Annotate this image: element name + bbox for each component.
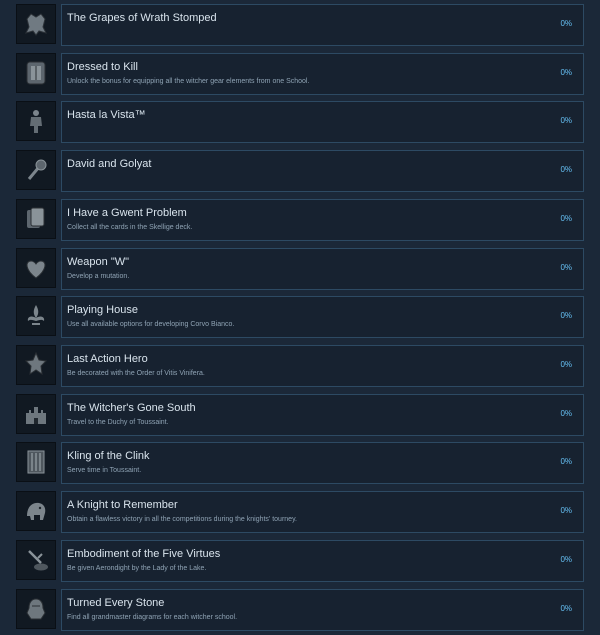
achievement-card: Weapon "W" Develop a mutation. 0%: [61, 248, 584, 290]
achievement-description: Unlock the bonus for equipping all the w…: [67, 78, 310, 85]
achievement-row[interactable]: Turned Every Stone Find all grandmaster …: [0, 589, 600, 635]
achievement-card: I Have a Gwent Problem Collect all the c…: [61, 199, 584, 241]
achievement-description: Be given Aerondight by the Lady of the L…: [67, 565, 207, 572]
achievement-percent: 0%: [560, 604, 572, 613]
heart-icon: [16, 248, 56, 288]
achievement-title: Weapon "W": [67, 256, 130, 268]
achievement-description: Develop a mutation.: [67, 273, 130, 280]
achievement-title: A Knight to Remember: [67, 499, 178, 511]
armor-rack-icon: [16, 53, 56, 93]
achievement-percent: 0%: [560, 311, 572, 320]
mace-icon: [16, 150, 56, 190]
achievement-row[interactable]: I Have a Gwent Problem Collect all the c…: [0, 199, 600, 245]
achievement-percent: 0%: [560, 360, 572, 369]
medal-icon: [16, 345, 56, 385]
achievement-title: The Witcher's Gone South: [67, 402, 196, 414]
achievement-description: Be decorated with the Order of Vitis Vin…: [67, 370, 205, 377]
achievement-row[interactable]: Kling of the Clink Serve time in Toussai…: [0, 442, 600, 488]
achievement-row[interactable]: Playing House Use all available options …: [0, 296, 600, 342]
achievement-row[interactable]: David and Golyat 0%: [0, 150, 600, 196]
achievement-description: Collect all the cards in the Skellige de…: [67, 224, 193, 231]
achievement-title: Last Action Hero: [67, 353, 148, 365]
armored-fist-icon: [16, 4, 56, 44]
achievement-card: The Grapes of Wrath Stomped 0%: [61, 4, 584, 46]
achievement-title: Dressed to Kill: [67, 61, 138, 73]
achievement-row[interactable]: Hasta la Vista™ 0%: [0, 101, 600, 147]
achievement-card: Dressed to Kill Unlock the bonus for equ…: [61, 53, 584, 95]
achievement-percent: 0%: [560, 19, 572, 28]
fleur-de-lis-icon: [16, 296, 56, 336]
achievement-card: Kling of the Clink Serve time in Toussai…: [61, 442, 584, 484]
achievement-description: Serve time in Toussaint.: [67, 467, 142, 474]
achievement-description: Find all grandmaster diagrams for each w…: [67, 614, 238, 621]
achievement-card: The Witcher's Gone South Travel to the D…: [61, 394, 584, 436]
achievement-percent: 0%: [560, 506, 572, 515]
achievement-row[interactable]: Embodiment of the Five Virtues Be given …: [0, 540, 600, 586]
achievement-card: Playing House Use all available options …: [61, 296, 584, 338]
sword-in-stone-icon: [16, 540, 56, 580]
achievement-title: David and Golyat: [67, 158, 152, 170]
achievement-list: The Grapes of Wrath Stomped 0% Dressed t…: [0, 0, 600, 635]
achievement-title: Hasta la Vista™: [67, 109, 146, 121]
achievement-card: David and Golyat 0%: [61, 150, 584, 192]
achievement-title: I Have a Gwent Problem: [67, 207, 187, 219]
achievement-card: Hasta la Vista™ 0%: [61, 101, 584, 143]
achievement-description: Travel to the Duchy of Toussaint.: [67, 419, 169, 426]
achievement-card: Embodiment of the Five Virtues Be given …: [61, 540, 584, 582]
castle-icon: [16, 394, 56, 434]
achievement-percent: 0%: [560, 116, 572, 125]
achievement-title: Turned Every Stone: [67, 597, 165, 609]
gauntlet-icon: [16, 589, 56, 629]
achievement-row[interactable]: The Witcher's Gone South Travel to the D…: [0, 394, 600, 440]
robot-figure-icon: [16, 101, 56, 141]
achievement-percent: 0%: [560, 263, 572, 272]
achievement-title: Embodiment of the Five Virtues: [67, 548, 221, 560]
achievement-row[interactable]: Dressed to Kill Unlock the bonus for equ…: [0, 53, 600, 99]
achievement-percent: 0%: [560, 68, 572, 77]
achievement-percent: 0%: [560, 165, 572, 174]
elephant-crest-icon: [16, 491, 56, 531]
achievement-row[interactable]: Last Action Hero Be decorated with the O…: [0, 345, 600, 391]
card-deck-icon: [16, 199, 56, 239]
achievement-title: Kling of the Clink: [67, 450, 150, 462]
achievement-card: A Knight to Remember Obtain a flawless v…: [61, 491, 584, 533]
achievement-percent: 0%: [560, 457, 572, 466]
achievement-row[interactable]: A Knight to Remember Obtain a flawless v…: [0, 491, 600, 537]
prison-cell-icon: [16, 442, 56, 482]
achievement-description: Obtain a flawless victory in all the com…: [67, 516, 297, 523]
achievement-percent: 0%: [560, 214, 572, 223]
achievement-card: Last Action Hero Be decorated with the O…: [61, 345, 584, 387]
achievement-percent: 0%: [560, 555, 572, 564]
achievement-row[interactable]: Weapon "W" Develop a mutation. 0%: [0, 248, 600, 294]
achievement-description: Use all available options for developing…: [67, 321, 235, 328]
achievement-percent: 0%: [560, 409, 572, 418]
achievement-title: The Grapes of Wrath Stomped: [67, 12, 217, 24]
achievement-row[interactable]: The Grapes of Wrath Stomped 0%: [0, 4, 600, 50]
achievement-card: Turned Every Stone Find all grandmaster …: [61, 589, 584, 631]
achievement-title: Playing House: [67, 304, 138, 316]
